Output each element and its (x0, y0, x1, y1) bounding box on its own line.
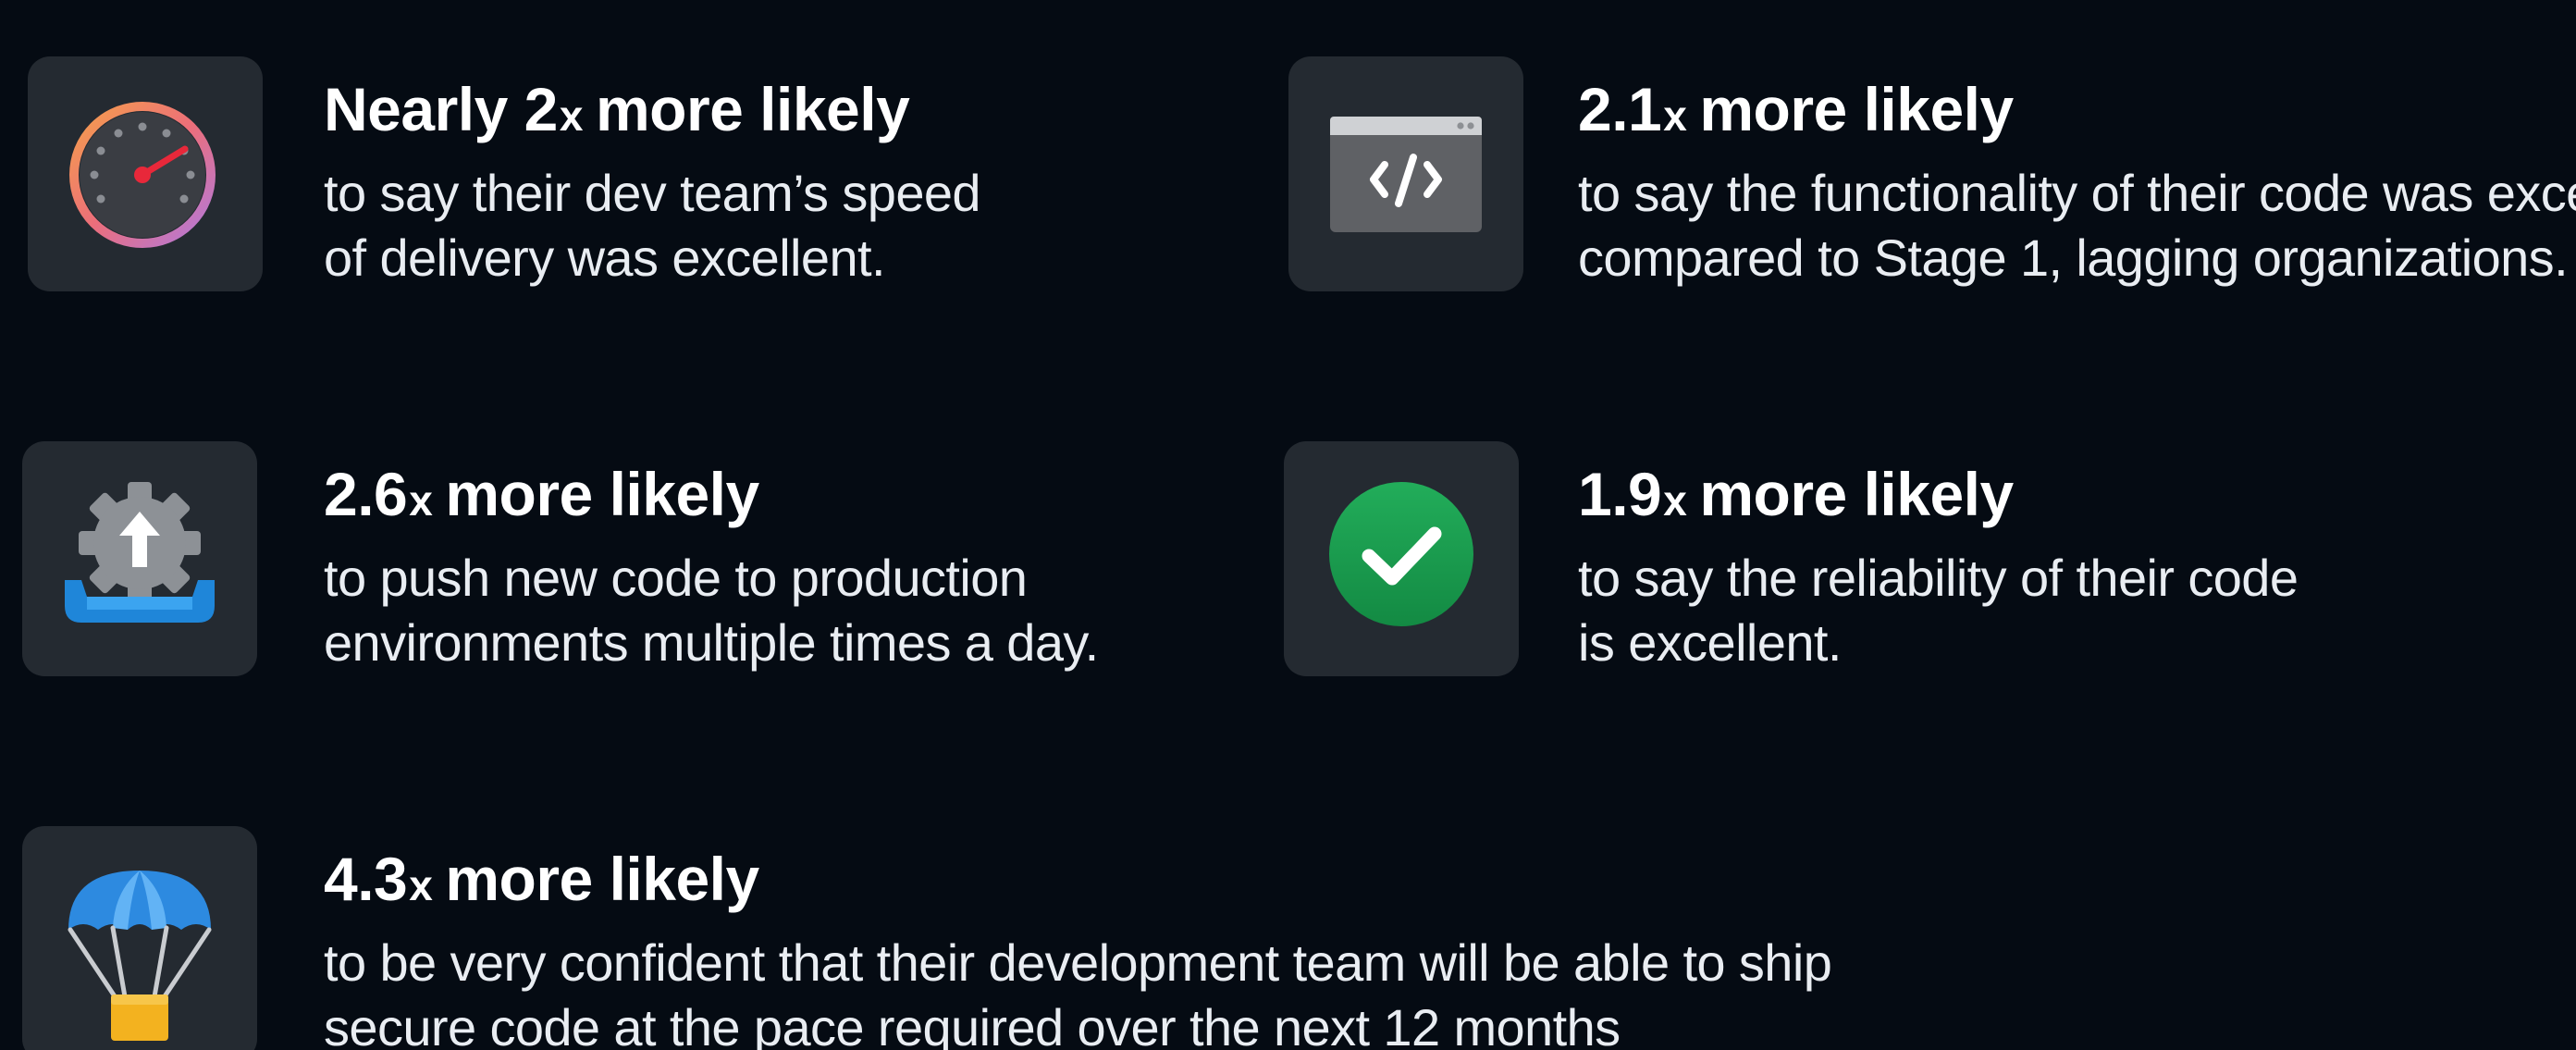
stat-description: to say the functionality of their code w… (1578, 164, 2576, 287)
parachute-package-icon (68, 871, 212, 1041)
check-circle-icon (1329, 482, 1473, 626)
parachute-icon-tile (22, 826, 257, 1050)
stat-description: to push new code to production environme… (324, 549, 1099, 672)
stat-headline: 4.3x more likely (324, 845, 759, 913)
code-window-icon-tile (1288, 56, 1523, 291)
deploy-gear-upload-icon (65, 482, 215, 623)
stat-headline: 2.1x more likely (1578, 75, 2014, 143)
stat-headline: 2.6x more likely (324, 460, 759, 528)
code-window-icon (1330, 117, 1482, 232)
stat-description: to be very confident that their developm… (324, 933, 1832, 1050)
check-icon-tile (1284, 441, 1519, 676)
stat-description: to say the reliability of their code is … (1578, 549, 2299, 672)
stat-headline: 1.9x more likely (1578, 460, 2014, 528)
speedometer-icon-tile (28, 56, 263, 291)
stat-description: to say their dev team’s speed of deliver… (324, 164, 981, 287)
speedometer-icon (69, 102, 216, 248)
stat-headline: Nearly 2x more likely (324, 75, 910, 143)
deploy-icon-tile (22, 441, 257, 676)
